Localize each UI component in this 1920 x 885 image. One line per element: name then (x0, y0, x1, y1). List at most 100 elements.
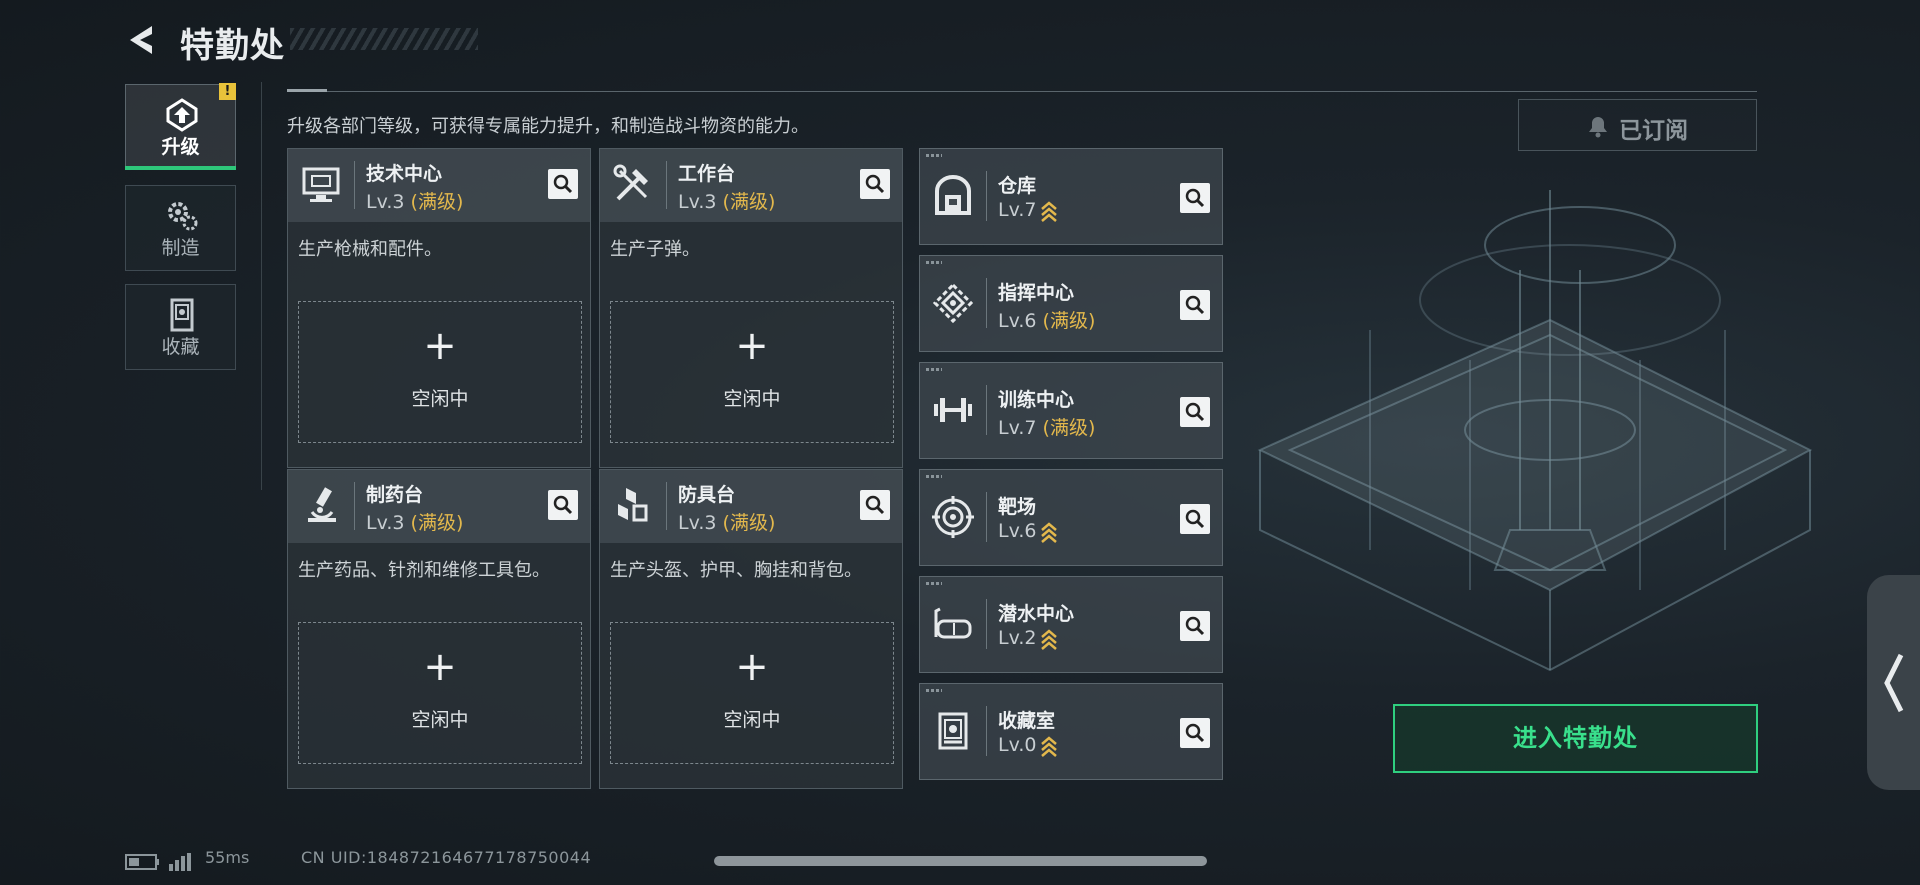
warning-badge: ! (219, 83, 236, 100)
facility-level: Lv.7 (998, 199, 1058, 222)
side-panel-toggle[interactable] (1867, 575, 1920, 790)
user-id: CN UID:1848721646771787500​44 (301, 848, 592, 867)
gears-icon (168, 202, 198, 231)
search-button[interactable] (1180, 718, 1210, 748)
plus-icon: + (735, 323, 769, 369)
facility-card-collection-room[interactable]: 收藏室 Lv.0 (919, 683, 1223, 780)
divider-accent (287, 89, 327, 92)
collection-case-icon (170, 298, 194, 332)
card-header: 工作台 Lv.3 (满级) (600, 149, 902, 222)
station-description: 生产药品、针剂和维修工具包。 (298, 560, 550, 581)
tab-craft[interactable]: 制造 (125, 185, 236, 271)
search-button[interactable] (548, 169, 578, 199)
search-icon (1185, 188, 1205, 208)
card-header: 制药台 Lv.3 (满级) (288, 470, 590, 543)
search-button[interactable] (860, 490, 890, 520)
search-button[interactable] (548, 490, 578, 520)
max-level-tag: (满级) (410, 191, 464, 213)
card-header: 技术中心 Lv.3 (满级) (288, 149, 590, 222)
microscope-icon (308, 487, 336, 522)
facility-level: Lv.7 (满级) (998, 413, 1095, 440)
upgrade-chevron-icon (1041, 521, 1058, 543)
battery-signal-icon (125, 853, 191, 871)
search-button[interactable] (1180, 397, 1210, 427)
level-value: Lv.6 (998, 520, 1037, 542)
level-value: Lv.7 (998, 417, 1037, 439)
tab-upgrade-label: 升级 (161, 136, 200, 158)
dumbbell-icon (934, 398, 972, 422)
description-text: 升级各部门等级，可获得专属能力提升，和制造战斗物资的能力。 (287, 116, 809, 137)
tab-collection[interactable]: 收藏 (125, 284, 236, 370)
station-description: 生产头盔、护甲、胸挂和背包。 (610, 560, 862, 581)
station-level: Lv.3 (满级) (678, 508, 775, 535)
upgrade-chevron-icon (1041, 735, 1058, 757)
level-value: Lv.7 (998, 199, 1037, 221)
home-indicator[interactable] (714, 856, 1207, 866)
facility-level: Lv.0 (998, 734, 1058, 757)
separator (986, 278, 987, 328)
bell-icon (1589, 117, 1607, 138)
max-level-tag: (满级) (1042, 417, 1096, 439)
slot-status: 空闲中 (411, 388, 469, 410)
station-level: Lv.3 (满级) (366, 187, 463, 214)
facility-card-command-center[interactable]: 指挥中心 Lv.6 (满级) (919, 255, 1223, 352)
production-slot[interactable]: + 空闲中 (298, 622, 582, 764)
separator (986, 492, 987, 542)
search-icon (553, 174, 573, 194)
production-slot[interactable]: + 空闲中 (298, 301, 582, 443)
facility-card-shooting-range[interactable]: 靶场 Lv.6 (919, 469, 1223, 566)
station-card-tech-center: 技术中心 Lv.3 (满级) 生产枪械和配件。 + 空闲中 (287, 148, 591, 468)
tab-collection-label: 收藏 (161, 336, 200, 358)
production-slot[interactable]: + 空闲中 (610, 301, 894, 443)
max-level-tag: (满级) (410, 512, 464, 534)
level-value: Lv.6 (998, 310, 1037, 332)
monitor-icon (302, 167, 340, 202)
back-button[interactable] (122, 20, 162, 60)
search-button[interactable] (860, 169, 890, 199)
collection-icon (938, 712, 968, 750)
max-level-tag: (满级) (1042, 310, 1096, 332)
separator (354, 482, 355, 530)
separator (986, 385, 987, 435)
facility-card-warehouse[interactable]: 仓库 Lv.7 (919, 148, 1223, 245)
search-button[interactable] (1180, 611, 1210, 641)
slot-status: 空闲中 (723, 709, 781, 731)
ping-readout: 55ms (205, 848, 250, 867)
level-value: Lv.3 (366, 191, 405, 213)
facility-card-diving-center[interactable]: 潜水中心 Lv.2 (919, 576, 1223, 673)
page-title: 特勤处 (180, 26, 285, 66)
production-slot[interactable]: + 空闲中 (610, 622, 894, 764)
upgrade-chevron-icon (1041, 628, 1058, 650)
station-card-workbench: 工作台 Lv.3 (满级) 生产子弹。 + 空闲中 (599, 148, 903, 468)
divider-line (261, 82, 262, 490)
station-level: Lv.3 (满级) (366, 508, 463, 535)
facility-name: 收藏室 (998, 710, 1056, 732)
station-description: 生产枪械和配件。 (298, 239, 442, 260)
level-value: Lv.3 (678, 191, 717, 213)
facility-level: Lv.6 (满级) (998, 306, 1095, 333)
station-name: 制药台 (366, 484, 424, 506)
upgrade-chevron-icon (1041, 200, 1058, 222)
station-name: 工作台 (678, 163, 736, 185)
search-button[interactable] (1180, 290, 1210, 320)
level-value: Lv.3 (678, 512, 717, 534)
tools-icon (613, 164, 648, 201)
back-arrow-icon (130, 26, 152, 54)
facility-level: Lv.6 (998, 520, 1058, 543)
cubes-icon (618, 488, 648, 522)
title-decoration (290, 28, 478, 50)
subscribed-button[interactable]: 已订阅 (1518, 99, 1757, 151)
facility-card-training-center[interactable]: 训练中心 Lv.7 (满级) (919, 362, 1223, 459)
facility-name: 仓库 (998, 175, 1037, 197)
enter-special-ops-button[interactable]: 进入特勤处 (1393, 704, 1758, 773)
command-icon (932, 282, 974, 324)
plus-icon: + (423, 323, 457, 369)
search-icon (1185, 616, 1205, 636)
search-button[interactable] (1180, 504, 1210, 534)
search-icon (865, 495, 885, 515)
level-value: Lv.0 (998, 734, 1037, 756)
search-button[interactable] (1180, 183, 1210, 213)
facility-name: 训练中心 (998, 389, 1075, 411)
station-card-pharmacy: 制药台 Lv.3 (满级) 生产药品、针剂和维修工具包。 + 空闲中 (287, 469, 591, 789)
subscribed-label: 已订阅 (1619, 118, 1688, 144)
